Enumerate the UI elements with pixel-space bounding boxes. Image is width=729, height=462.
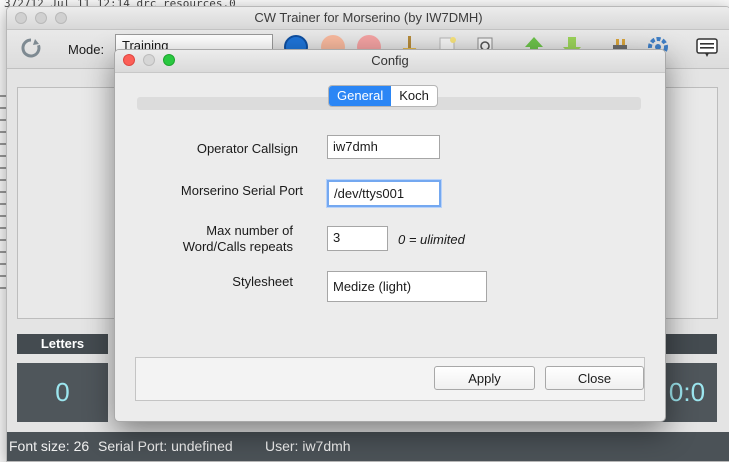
close-window-button[interactable] (15, 12, 27, 24)
close-button[interactable]: Close (545, 366, 644, 390)
keyboard-icon[interactable] (695, 35, 719, 59)
status-user: User: iw7dmh (265, 438, 351, 454)
reset-icon[interactable] (19, 36, 43, 60)
mode-label: Mode: (68, 42, 105, 57)
status-bar: Font size: 26 Serial Port: undefined Use… (7, 432, 729, 461)
right-stat-header (657, 334, 717, 354)
stylesheet-select[interactable]: Medize (light) (327, 271, 487, 302)
repeats-label-line2: Word/Calls repeats (182, 239, 293, 254)
tab-koch[interactable]: Koch (391, 86, 437, 106)
button-bar: Apply Close (135, 357, 645, 401)
dialog-titlebar: Config (115, 50, 665, 73)
tab-bar: General Koch (328, 85, 438, 107)
callsign-input[interactable]: iw7dmh (327, 135, 440, 159)
status-font-size: Font size: 26 (9, 438, 90, 454)
status-serial-port: Serial Port: undefined (98, 438, 233, 454)
minimize-window-button[interactable] (35, 12, 47, 24)
repeats-label-line1: Max number of (206, 223, 293, 238)
tab-general[interactable]: General (329, 86, 392, 106)
main-titlebar: CW Trainer for Morserino (by IW7DMH) (7, 7, 729, 30)
config-dialog: Config General Koch Operator Callsign iw… (114, 49, 666, 422)
letters-header: Letters (17, 334, 108, 354)
serial-port-input[interactable]: /dev/ttys001 (327, 180, 441, 207)
dialog-minimize-button[interactable] (143, 54, 155, 66)
repeats-hint: 0 = ulimited (398, 232, 465, 247)
repeats-input[interactable]: 3 (327, 226, 388, 251)
dialog-close-button[interactable] (123, 54, 135, 66)
repeats-label: Max number of Word/Calls repeats (135, 223, 293, 255)
serial-port-label: Morserino Serial Port (180, 183, 303, 198)
stylesheet-label: Stylesheet (232, 274, 293, 289)
callsign-label: Operator Callsign (196, 141, 298, 156)
letters-count: 0 (17, 363, 108, 422)
dialog-title: Config (371, 53, 409, 68)
window-title: CW Trainer for Morserino (by IW7DMH) (254, 10, 483, 25)
right-stat-value: 0:0 (657, 363, 717, 422)
dialog-zoom-button[interactable] (163, 54, 175, 66)
apply-button[interactable]: Apply (434, 366, 535, 390)
zoom-window-button[interactable] (55, 12, 67, 24)
